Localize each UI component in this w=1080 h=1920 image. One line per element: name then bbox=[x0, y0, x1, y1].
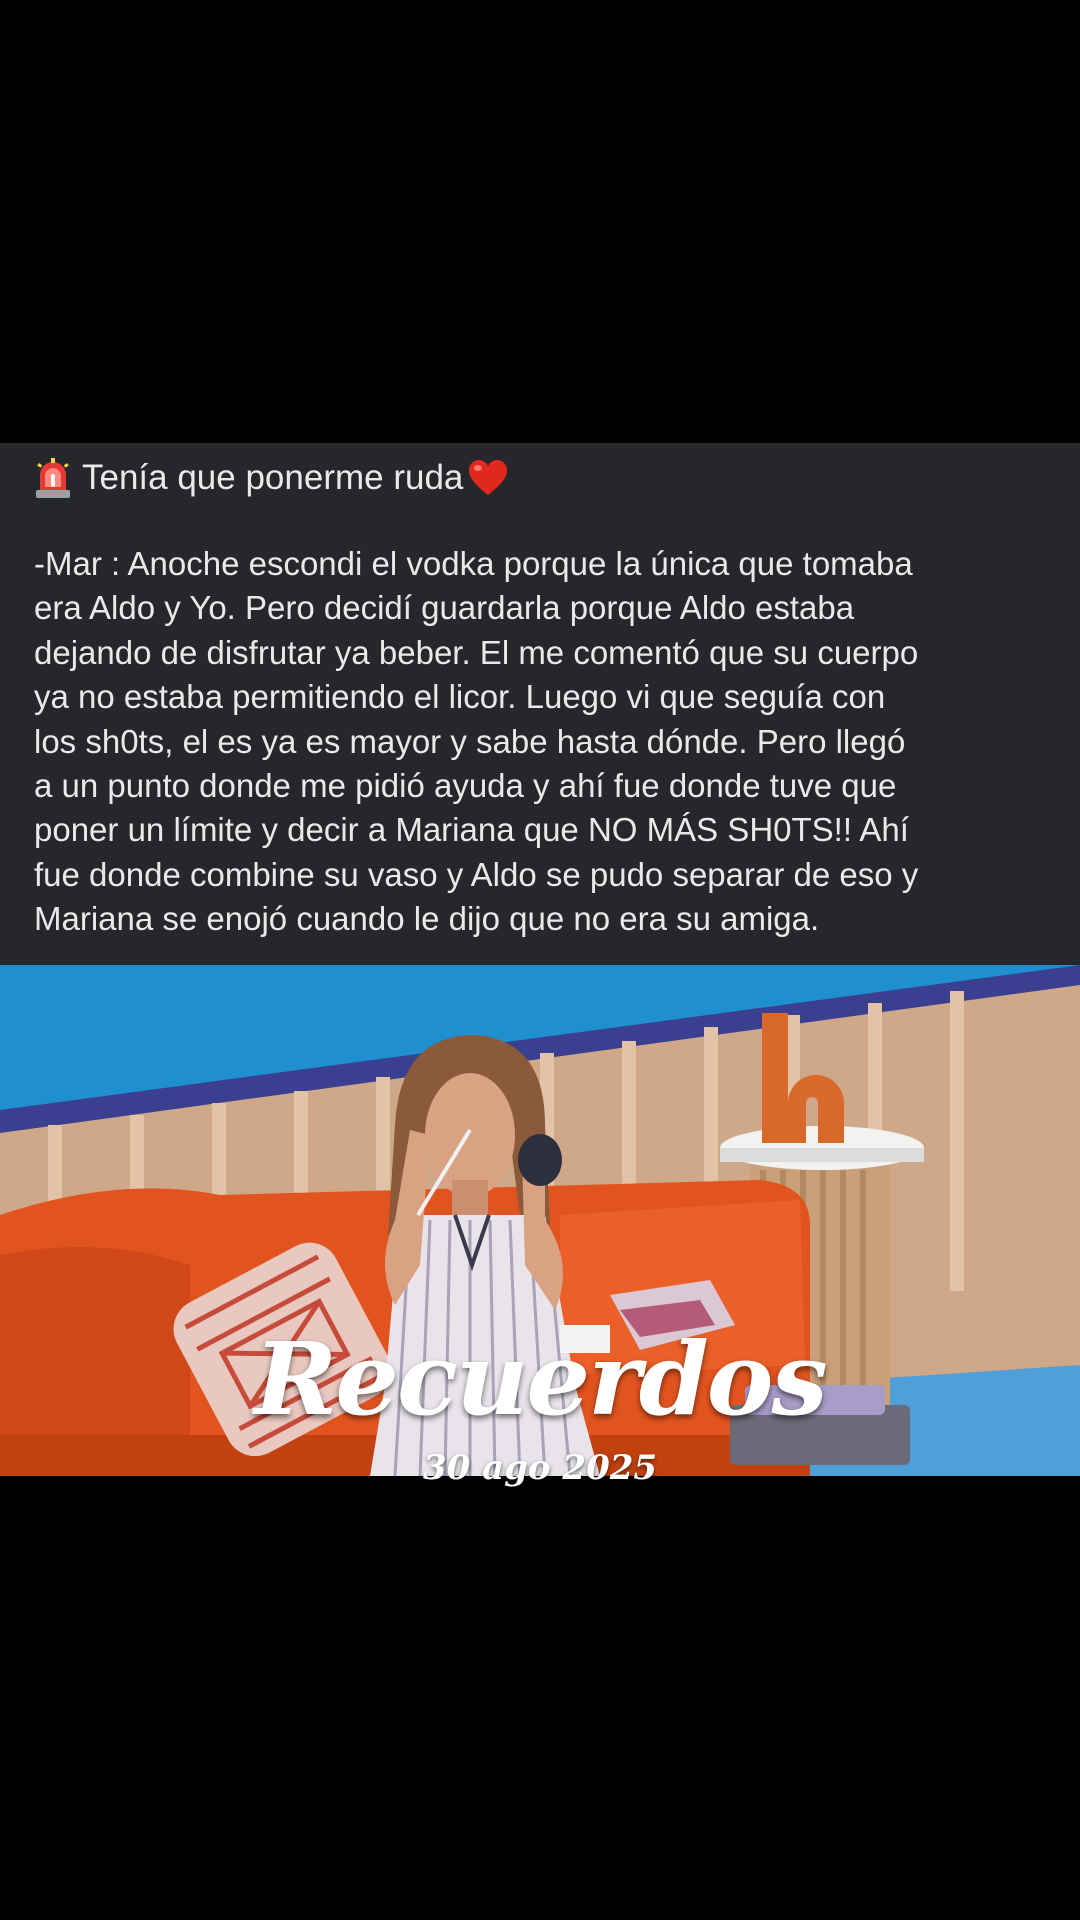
police-siren-icon bbox=[34, 457, 72, 499]
post-headline: Tenía que ponerme ruda bbox=[34, 452, 509, 504]
overlay-date: 30 ago 2025 bbox=[422, 1448, 658, 1488]
post-body-text: -Mar : Anoche escondi el vodka porque la… bbox=[34, 545, 919, 938]
overlay-title: Recuerdos bbox=[254, 1320, 828, 1438]
headline-text: Tenía que ponerme ruda bbox=[82, 458, 464, 497]
story-screen: Tenía que ponerme ruda -Mar : Anoche esc… bbox=[0, 0, 1080, 1920]
red-heart-icon bbox=[467, 457, 509, 499]
